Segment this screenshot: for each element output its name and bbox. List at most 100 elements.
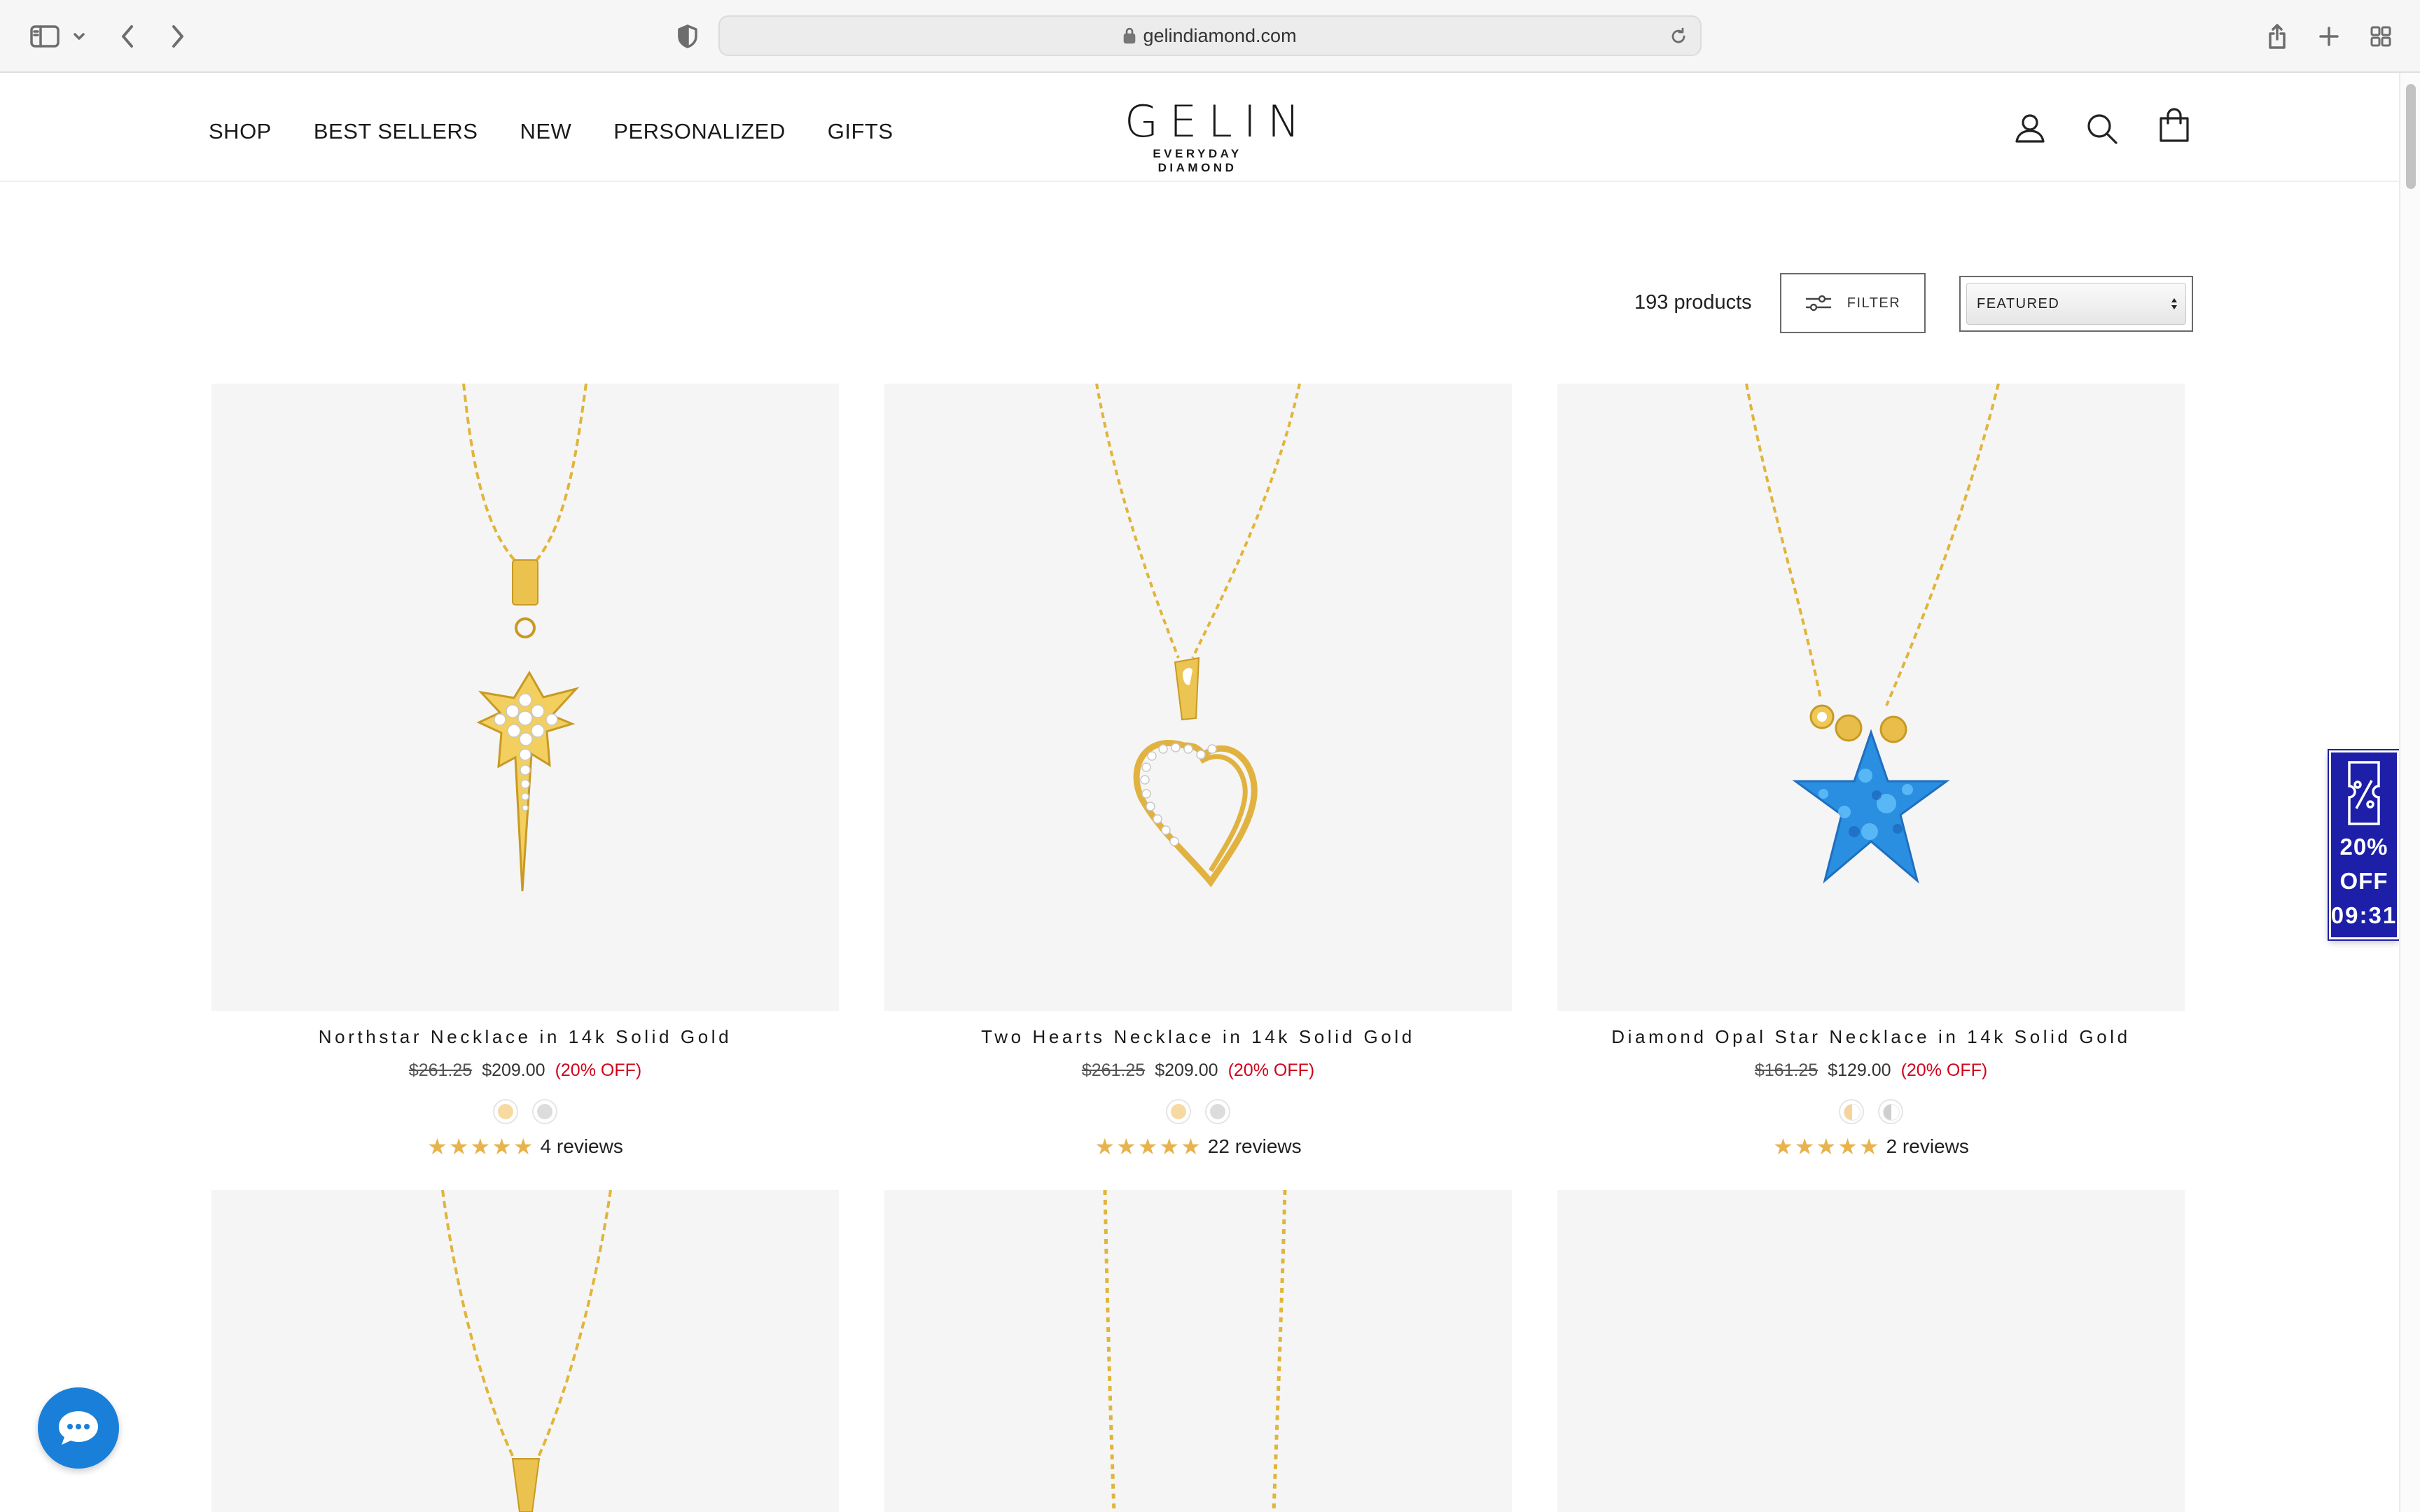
sort-selected-value: FEATURED	[1977, 295, 2060, 312]
review-count: 4 reviews	[540, 1135, 623, 1157]
discount-label: (20% OFF)	[1228, 1060, 1315, 1080]
color-swatches	[1557, 1099, 2185, 1124]
product-image[interactable]	[884, 1190, 1512, 1512]
sort-select[interactable]: FEATURED	[1959, 276, 2193, 332]
product-card[interactable]	[884, 1190, 1512, 1512]
compare-at-price: $161.25	[1754, 1060, 1819, 1080]
forward-icon[interactable]	[164, 18, 192, 55]
star-icon: ★	[1181, 1134, 1201, 1159]
product-image[interactable]	[884, 384, 1512, 1011]
nav-shop[interactable]: SHOP	[209, 119, 272, 144]
product-title[interactable]: Northstar Necklace in 14k Solid Gold	[211, 1026, 839, 1048]
reload-icon[interactable]	[1669, 27, 1688, 46]
product-card[interactable]: Diamond Opal Star Necklace in 14k Solid …	[1557, 384, 2185, 1158]
opal-star-pendant-image	[1745, 384, 2000, 884]
chat-bubble-icon	[59, 1411, 98, 1445]
swatch-gold[interactable]	[493, 1099, 518, 1124]
swatch-silver[interactable]	[1205, 1099, 1230, 1124]
logo-word: GELIN	[1125, 96, 1312, 147]
filter-button[interactable]: FILTER	[1780, 273, 1926, 333]
sale-price: $209.00	[1155, 1060, 1218, 1080]
share-icon[interactable]	[2262, 18, 2293, 55]
chat-button[interactable]	[38, 1387, 119, 1469]
swatch-silver[interactable]	[532, 1099, 557, 1124]
star-icon: ★	[448, 1134, 469, 1159]
sliders-icon	[1805, 295, 1831, 312]
site-header: SHOP BEST SELLERS NEW PERSONALIZED GIFTS…	[0, 73, 2399, 182]
select-arrows-icon	[2171, 298, 2177, 309]
product-image[interactable]	[211, 1190, 839, 1512]
nav-personalized[interactable]: PERSONALIZED	[613, 119, 785, 144]
star-icon: ★	[1794, 1134, 1815, 1159]
promo-timer: 09:31	[2330, 902, 2398, 928]
star-icon: ★	[1816, 1134, 1837, 1159]
site-logo[interactable]: GELIN EVERYDAY DIAMOND	[1113, 96, 1312, 175]
url-text: gelindiamond.com	[1143, 24, 1297, 46]
star-icon: ★	[470, 1134, 491, 1159]
star-icon: ★	[513, 1134, 534, 1159]
main-nav: SHOP BEST SELLERS NEW PERSONALIZED GIFTS	[209, 119, 893, 144]
swatch-gold-half[interactable]	[1839, 1099, 1864, 1124]
star-icon: ★	[1773, 1134, 1793, 1159]
swatch-gold[interactable]	[1166, 1099, 1191, 1124]
nav-best-sellers[interactable]: BEST SELLERS	[314, 119, 478, 144]
new-tab-icon[interactable]	[2315, 18, 2343, 55]
address-bar[interactable]: gelindiamond.com	[718, 15, 1702, 56]
product-card[interactable]: Two Hearts Necklace in 14k Solid Gold $2…	[884, 384, 1512, 1158]
promo-off: OFF	[2339, 868, 2388, 894]
star-icon: ★	[427, 1134, 447, 1159]
discount-label: (20% OFF)	[555, 1060, 642, 1080]
chevron-down-icon[interactable]	[70, 18, 88, 55]
coupon-icon	[2348, 761, 2380, 825]
search-icon[interactable]	[2085, 112, 2119, 149]
filter-label: FILTER	[1847, 295, 1901, 311]
product-price: $261.25 $209.00 (20% OFF)	[884, 1060, 1512, 1081]
lock-icon	[1124, 27, 1136, 44]
product-image[interactable]	[211, 384, 839, 1011]
nav-gifts[interactable]: GIFTS	[828, 119, 893, 144]
star-icon: ★	[1837, 1134, 1858, 1159]
rating[interactable]: ★ ★ ★ ★ ★ 22 reviews	[884, 1135, 1512, 1158]
product-card[interactable]	[1557, 1190, 2185, 1512]
product-image[interactable]	[1557, 384, 2185, 1011]
product-title[interactable]: Two Hearts Necklace in 14k Solid Gold	[884, 1026, 1512, 1048]
discount-label: (20% OFF)	[1900, 1060, 1988, 1080]
browser-toolbar: gelindiamond.com	[0, 0, 2420, 73]
rating[interactable]: ★ ★ ★ ★ ★ 4 reviews	[211, 1135, 839, 1158]
promo-percent: 20%	[2339, 834, 2388, 860]
star-icon: ★	[1858, 1134, 1879, 1159]
star-pendant-image	[462, 384, 587, 892]
rating[interactable]: ★ ★ ★ ★ ★ 2 reviews	[1557, 1135, 2185, 1158]
star-icon: ★	[1137, 1134, 1158, 1159]
sale-price: $129.00	[1828, 1060, 1891, 1080]
sale-price: $209.00	[482, 1060, 545, 1080]
sidebar-icon[interactable]	[25, 18, 64, 55]
logo-tagline: EVERYDAY DIAMOND	[1153, 147, 1242, 174]
color-swatches	[884, 1099, 1512, 1124]
product-count: 193 products	[1634, 291, 1752, 314]
nav-new[interactable]: NEW	[520, 119, 571, 144]
product-title[interactable]: Diamond Opal Star Necklace in 14k Solid …	[1557, 1026, 2185, 1048]
account-icon[interactable]	[2014, 112, 2046, 148]
compare-at-price: $261.25	[408, 1060, 473, 1080]
shield-icon[interactable]	[672, 18, 703, 55]
star-icon: ★	[492, 1134, 512, 1159]
product-price: $161.25 $129.00 (20% OFF)	[1557, 1060, 2185, 1081]
color-swatches	[211, 1099, 839, 1124]
review-count: 2 reviews	[1886, 1135, 1969, 1157]
discount-timer-widget[interactable]: 20% OFF 09:31	[2329, 750, 2399, 939]
pendant-image	[441, 1190, 612, 1512]
star-icon: ★	[1116, 1134, 1136, 1159]
tab-overview-icon[interactable]	[2367, 18, 2395, 55]
product-image[interactable]	[1557, 1190, 2185, 1512]
swatch-silver-half[interactable]	[1878, 1099, 1903, 1124]
product-card[interactable]	[211, 1190, 839, 1512]
product-card[interactable]: Northstar Necklace in 14k Solid Gold $26…	[211, 384, 839, 1158]
back-icon[interactable]	[113, 18, 141, 55]
chain-image	[1103, 1190, 1287, 1512]
cart-icon[interactable]	[2158, 108, 2190, 146]
page-scrollbar[interactable]	[2399, 73, 2420, 1512]
scrollbar-thumb[interactable]	[2406, 84, 2416, 189]
heart-pendant-image	[1095, 384, 1301, 888]
star-icon: ★	[1094, 1134, 1115, 1159]
